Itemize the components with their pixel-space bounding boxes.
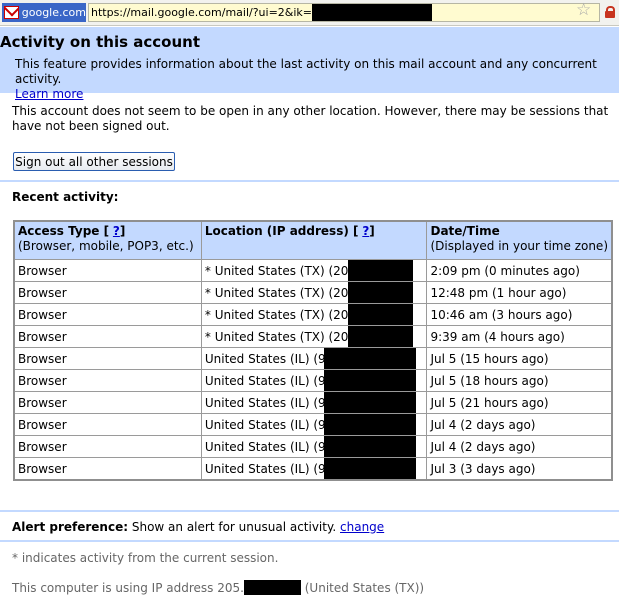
location-cell: United States (IL) (98 <box>200 369 428 392</box>
access-type-cell: Browser <box>13 347 202 370</box>
divider <box>0 510 619 512</box>
table-header-row: Access Type [ ?] (Browser, mobile, POP3,… <box>13 220 613 260</box>
alert-preference: Alert preference: Show an alert for unus… <box>12 520 384 534</box>
sign-out-all-sessions-button[interactable]: Sign out all other sessions <box>13 152 175 171</box>
change-alert-link[interactable]: change <box>340 520 384 534</box>
table-row: Browser United States (IL) (98 Jul 3 (3 … <box>13 457 613 481</box>
access-type-cell: Browser <box>13 369 202 392</box>
location-cell: * United States (TX) (205.1 <box>200 281 428 304</box>
location-redaction <box>347 326 413 347</box>
datetime-cell: Jul 4 (2 days ago) <box>426 413 613 436</box>
datetime-cell: 12:48 pm (1 hour ago) <box>426 281 613 304</box>
access-type-cell: Browser <box>13 303 202 326</box>
access-type-cell: Browser <box>13 413 202 436</box>
access-type-help-link[interactable]: ? <box>113 224 120 238</box>
url-redaction <box>312 4 433 21</box>
table-row: Browser United States (IL) (98 Jul 5 (15… <box>13 347 613 370</box>
browser-address-bar: google.com https://mail.google.com/mail/… <box>0 0 619 26</box>
ip-suffix: (United States (TX)) <box>304 581 425 595</box>
site-label: google.com <box>21 6 86 19</box>
description-text: This feature provides information about … <box>15 57 597 86</box>
access-type-header: Access Type [ ?] (Browser, mobile, POP3,… <box>13 220 202 260</box>
lock-icon[interactable] <box>605 6 615 18</box>
table-row: Browser * United States (TX) (205.1 9:39… <box>13 325 613 348</box>
datetime-cell: Jul 4 (2 days ago) <box>426 435 613 458</box>
location-redaction <box>347 304 413 325</box>
url-field[interactable]: https://mail.google.com/mail/?ui=2&ik= <box>88 3 600 22</box>
divider <box>0 180 619 182</box>
activity-header: Activity on this account This feature pr… <box>0 27 619 101</box>
table-row: Browser * United States (TX) (205.1 2:09… <box>13 259 613 282</box>
location-redaction <box>347 260 413 281</box>
datetime-header: Date/Time (Displayed in your time zone) <box>426 220 613 260</box>
table-row: Browser * United States (TX) (205.1 10:4… <box>13 303 613 326</box>
location-header: Location (IP address) [ ?] <box>200 220 428 260</box>
datetime-subheader: (Displayed in your time zone) <box>430 239 608 253</box>
datetime-cell: Jul 5 (18 hours ago) <box>426 369 613 392</box>
location-redaction <box>323 392 416 413</box>
header-description: This feature provides information about … <box>15 57 610 102</box>
datetime-cell: Jul 5 (21 hours ago) <box>426 391 613 414</box>
access-type-cell: Browser <box>13 259 202 282</box>
access-type-subheader: (Browser, mobile, POP3, etc.) <box>18 239 194 253</box>
learn-more-link[interactable]: Learn more <box>15 87 83 101</box>
table-row: Browser United States (IL) (98 Jul 5 (18… <box>13 369 613 392</box>
location-cell: United States (IL) (98 <box>200 435 428 458</box>
location-redaction <box>323 414 416 435</box>
location-redaction <box>323 458 416 479</box>
site-identity-badge[interactable]: google.com <box>2 3 86 22</box>
divider <box>0 540 619 542</box>
access-type-cell: Browser <box>13 325 202 348</box>
current-ip-line: This computer is using IP address 205. (… <box>12 580 424 595</box>
location-redaction <box>347 282 413 303</box>
table-row: Browser * United States (TX) (205.1 12:4… <box>13 281 613 304</box>
location-redaction <box>323 436 416 457</box>
alert-preference-label: Alert preference: <box>12 520 129 534</box>
access-type-cell: Browser <box>13 281 202 304</box>
current-session-footnote: * indicates activity from the current se… <box>12 551 279 565</box>
table-row: Browser United States (IL) (98 Jul 5 (21… <box>13 391 613 414</box>
datetime-cell: 9:39 am (4 hours ago) <box>426 325 613 348</box>
url-text: https://mail.google.com/mail/?ui=2&ik= <box>91 6 313 19</box>
location-cell: * United States (TX) (205.1 <box>200 303 428 326</box>
recent-activity-label: Recent activity: <box>12 190 119 204</box>
ip-redaction <box>243 580 301 595</box>
gmail-icon <box>4 6 19 19</box>
datetime-cell: Jul 3 (3 days ago) <box>426 457 613 481</box>
location-redaction <box>323 370 416 391</box>
alert-preference-text: Show an alert for unusual activity. <box>131 520 337 534</box>
location-cell: * United States (TX) (205.1 <box>200 259 428 282</box>
location-cell: United States (IL) (98 <box>200 413 428 436</box>
location-cell: United States (IL) (98 <box>200 391 428 414</box>
location-redaction <box>323 348 416 369</box>
datetime-cell: Jul 5 (15 hours ago) <box>426 347 613 370</box>
location-cell: United States (IL) (98 <box>200 347 428 370</box>
bookmark-star-icon[interactable]: ☆ <box>576 1 591 20</box>
ip-prefix: This computer is using IP address 205. <box>12 581 244 595</box>
access-type-cell: Browser <box>13 457 202 481</box>
page-title: Activity on this account <box>0 33 200 51</box>
session-status-text: This account does not seem to be open in… <box>12 104 609 133</box>
activity-table: Access Type [ ?] (Browser, mobile, POP3,… <box>13 220 613 481</box>
table-row: Browser United States (IL) (98 Jul 4 (2 … <box>13 435 613 458</box>
table-row: Browser United States (IL) (98 Jul 4 (2 … <box>13 413 613 436</box>
location-cell: United States (IL) (98 <box>200 457 428 481</box>
access-type-cell: Browser <box>13 391 202 414</box>
datetime-cell: 10:46 am (3 hours ago) <box>426 303 613 326</box>
access-type-cell: Browser <box>13 435 202 458</box>
location-cell: * United States (TX) (205.1 <box>200 325 428 348</box>
datetime-cell: 2:09 pm (0 minutes ago) <box>426 259 613 282</box>
